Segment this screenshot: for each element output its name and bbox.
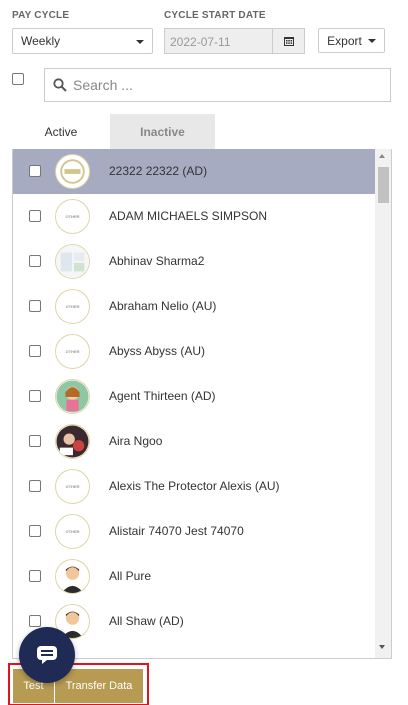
logo-badge-avatar [55,154,90,189]
employee-name: 22322 22322 (AD) [109,164,208,178]
employee-name: Abyss Abyss (AU) [109,344,206,358]
employee-name: All Pure [109,569,152,583]
row-checkbox[interactable] [29,435,41,447]
employee-name: Abraham Nelio (AU) [109,299,217,313]
pay-cycle-label: PAY CYCLE [12,10,70,21]
row-checkbox[interactable] [29,525,41,537]
row-checkbox[interactable] [29,480,41,492]
cycle-start-date-input[interactable]: 2022-07-11 [164,28,272,54]
scroll-down-icon[interactable] [379,645,385,649]
employee-name: Aira Ngoo [109,434,163,448]
list-item[interactable]: OTHER Abraham Nelio (AU) [13,284,375,329]
chevron-down-icon [136,40,144,44]
list-item[interactable]: Aira Ngoo [13,419,375,464]
calendar-button[interactable] [272,28,305,54]
list-item[interactable]: 22322 22322 (AD) [13,149,375,194]
search-input[interactable]: Search ... [44,68,391,102]
other-avatar: OTHER [55,514,90,549]
chat-icon [37,646,57,664]
row-checkbox[interactable] [29,165,41,177]
cartoon-girl-avatar [55,379,90,414]
cycle-start-date-label: CYCLE START DATE [164,10,266,21]
export-button[interactable]: Export [318,28,385,53]
tab-inactive[interactable]: Inactive [110,114,215,150]
transfer-data-button[interactable]: Transfer Data [55,669,143,703]
list-item[interactable]: OTHER Alexis The Protector Alexis (AU) [13,464,375,509]
tab-active[interactable]: Active [12,114,110,150]
status-tabs: Active Inactive [12,114,215,150]
row-checkbox[interactable] [29,255,41,267]
scroll-up-icon[interactable] [379,154,385,158]
chevron-down-icon [367,38,376,43]
employee-name: Alistair 74070 Jest 74070 [109,524,244,538]
other-avatar: OTHER [55,334,90,369]
pay-cycle-value: Weekly [21,34,61,48]
row-checkbox[interactable] [29,390,41,402]
scroll-thumb[interactable] [378,167,389,203]
calendar-icon [283,37,294,46]
list-item[interactable]: All Pure [13,554,375,599]
search-icon [53,78,67,92]
row-checkbox[interactable] [29,615,41,627]
chat-button[interactable] [19,627,75,683]
export-label: Export [327,33,362,48]
other-avatar: OTHER [55,289,90,324]
list-item[interactable]: Abhinav Sharma2 [13,239,375,284]
row-checkbox[interactable] [29,570,41,582]
photo-avatar [55,424,90,459]
employee-name: Abhinav Sharma2 [109,254,205,268]
list-item[interactable]: Agent Thirteen (AD) [13,374,375,419]
row-checkbox[interactable] [29,300,41,312]
row-checkbox[interactable] [29,345,41,357]
list-item[interactable]: OTHER Abyss Abyss (AU) [13,329,375,374]
list-item[interactable]: OTHER Alistair 74070 Jest 74070 [13,509,375,554]
search-placeholder: Search ... [73,77,133,93]
employee-name: Alexis The Protector Alexis (AU) [109,479,280,493]
other-avatar: OTHER [55,469,90,504]
screenshot-avatar [55,244,90,279]
row-checkbox[interactable] [29,210,41,222]
other-avatar: OTHER [55,199,90,234]
list-item[interactable]: OTHER ADAM MICHAELS SIMPSON [13,194,375,239]
person-avatar [55,559,90,594]
select-all-checkbox[interactable] [12,73,24,85]
employee-list: 22322 22322 (AD) OTHER ADAM MICHAELS SIM… [12,149,392,659]
list-scrollbar[interactable] [375,149,391,658]
employee-name: All Shaw (AD) [109,614,184,628]
employee-name: ADAM MICHAELS SIMPSON [109,209,268,223]
pay-cycle-select[interactable]: Weekly [12,28,153,54]
employee-name: Agent Thirteen (AD) [109,389,216,403]
